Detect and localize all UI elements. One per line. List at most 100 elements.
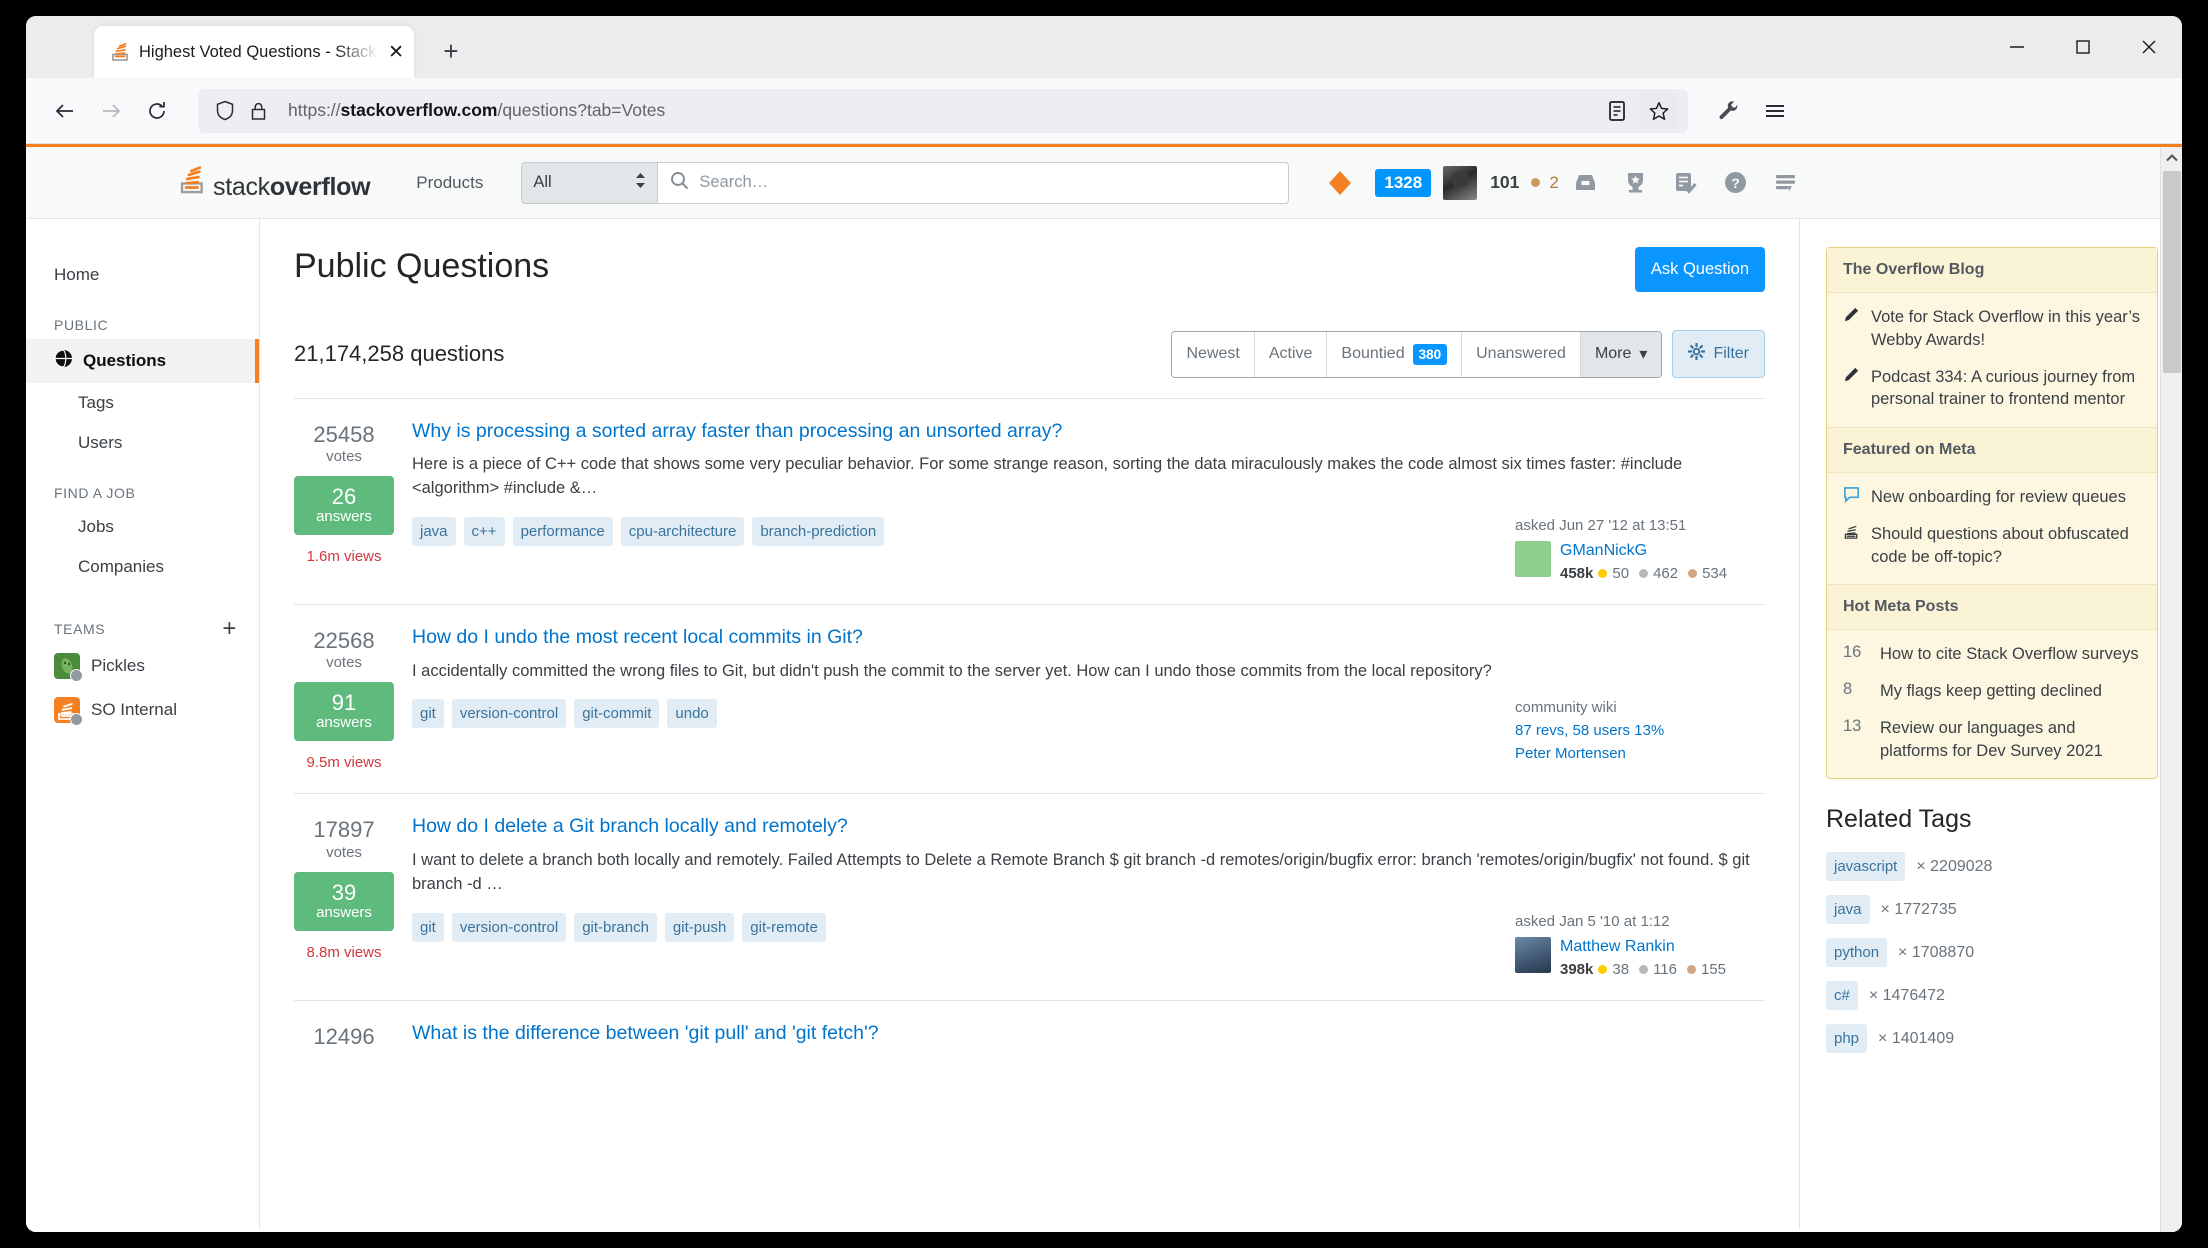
sidebar-item-tags[interactable]: Tags [26,383,259,423]
tag[interactable]: git-push [664,912,735,942]
inbox-icon[interactable] [1563,160,1609,206]
sidebar-item-team-so-internal[interactable]: SO Internal [26,688,259,732]
related-tags-list: javascript × 2209028 java × 1772735 pyth… [1826,852,2158,1054]
question-title-link[interactable]: How do I undo the most recent local comm… [412,625,1765,650]
filter-button[interactable]: Filter [1672,330,1765,378]
url-bar[interactable]: https://stackoverflow.com/questions?tab=… [198,88,1688,134]
trophy-icon[interactable] [1613,160,1659,206]
shield-icon[interactable] [208,88,242,134]
new-tab-button[interactable]: + [434,34,468,68]
tag[interactable]: c++ [463,517,505,547]
sidebar-item-team-pickles[interactable]: Pickles [26,644,259,688]
orange-diamond-icon[interactable] [1317,160,1363,206]
answer-badge: 91 answers [294,682,394,742]
list-item[interactable]: 16 How to cite Stack Overflow surveys [1843,643,2141,666]
rep-change-badge[interactable]: 1328 [1375,168,1432,197]
add-team-button[interactable]: + [222,617,237,641]
tag[interactable]: performance [512,517,613,547]
wrench-icon[interactable] [1706,88,1752,134]
search-input[interactable]: Search… [657,161,1290,204]
browser-window: Highest Voted Questions - Stack Overflow… [26,16,2182,1232]
tag[interactable]: version-control [451,912,567,942]
tag[interactable]: python [1826,938,1888,968]
url-text[interactable]: https://stackoverflow.com/questions?tab=… [274,100,1598,121]
tag[interactable]: git [412,912,444,942]
tab-newest[interactable]: Newest [1172,331,1255,377]
window-maximize-button[interactable] [2050,16,2116,78]
hamburger-menu-icon[interactable] [1752,88,1798,134]
back-icon[interactable] [42,88,88,134]
tag[interactable]: java [1826,895,1870,925]
forward-icon[interactable] [88,88,134,134]
tag[interactable]: cpu-architecture [620,517,745,547]
avatar[interactable] [1515,936,1551,973]
sidebar-item-home[interactable]: Home [26,255,259,295]
list-item[interactable]: 13 Review our languages and platforms fo… [1843,717,2141,763]
bookmark-star-icon[interactable] [1640,91,1678,130]
tab-unanswered[interactable]: Unanswered [1462,331,1581,377]
sidebar-item-questions[interactable]: Questions [26,339,259,383]
search-scope-select[interactable]: All [521,161,658,204]
window-minimize-button[interactable] [1984,16,2050,78]
site-header: stackoverflow Products All Search… 1328 [26,147,2182,219]
tag[interactable]: c# [1826,981,1858,1011]
tab-active[interactable]: Active [1254,331,1328,377]
question-title-link[interactable]: Why is processing a sorted array faster … [412,419,1765,444]
sidebar-item-jobs[interactable]: Jobs [26,507,259,547]
meta-post-text: Review our languages and platforms for D… [1880,718,2103,760]
tag[interactable]: java [412,517,456,547]
scrollbar-thumb[interactable] [2163,171,2181,373]
bronze-badge-icon [1686,964,1696,974]
user-reputation[interactable]: 101 [1490,172,1519,193]
sidebar-item-users[interactable]: Users [26,423,259,463]
tag[interactable]: branch-prediction [752,517,885,547]
list-item[interactable]: Podcast 334: A curious journey from pers… [1843,366,2141,412]
featured-item-text: New onboarding for review queues [1871,488,2126,507]
page-scrollbar[interactable] [2160,147,2182,1232]
widget-title-featured-on-meta: Featured on Meta [1827,427,2157,474]
tag[interactable]: git-remote [742,912,826,942]
tag[interactable]: git-commit [574,699,660,729]
site-switcher-hamburger-icon[interactable] [1763,160,1809,206]
bronze-badge-count[interactable]: 2 [1549,173,1558,193]
question-title-link[interactable]: How do I delete a Git branch locally and… [412,814,1765,839]
gold-badge-icon [1598,964,1608,974]
answer-count: 26 [331,484,357,510]
tag[interactable]: version-control [451,699,567,729]
tab-title: Highest Voted Questions - Stack Overflow [139,42,379,61]
user-avatar[interactable] [1443,165,1478,200]
list-item[interactable]: New onboarding for review queues [1843,486,2141,509]
sidebar-item-companies[interactable]: Companies [26,547,259,587]
reader-mode-icon[interactable] [1598,92,1636,130]
question-title-link[interactable]: What is the difference between 'git pull… [412,1021,1765,1046]
avatar[interactable] [1515,541,1551,578]
sidebar-widgets: The Overflow Blog Vote for Stack Overflo… [1826,247,2158,780]
browser-tab[interactable]: Highest Voted Questions - Stack Overflow… [94,26,414,78]
tab-bountied[interactable]: Bountied 380 [1327,331,1463,377]
nav-products-link[interactable]: Products [404,165,495,201]
list-item[interactable]: 8 My flags keep getting declined [1843,680,2141,703]
stackoverflow-logo[interactable]: stackoverflow [178,165,371,200]
reload-icon[interactable] [134,88,180,134]
scroll-up-arrow-icon[interactable] [2161,147,2182,169]
asker-name[interactable]: GManNickG [1560,542,1647,559]
ask-question-button[interactable]: Ask Question [1634,247,1765,292]
tag[interactable]: javascript [1826,852,1906,882]
revision-info-link[interactable]: 87 revs, 58 users 13% [1515,722,1765,739]
tab-more[interactable]: More ▾ [1580,331,1662,377]
tag[interactable]: php [1826,1024,1868,1054]
tab-close-icon[interactable]: ✕ [388,43,404,62]
question-item: 25458 votes 26 answers 1.6m views Why is… [294,398,1765,604]
help-icon[interactable]: ? [1713,160,1759,206]
lock-icon[interactable] [242,88,274,134]
window-close-button[interactable] [2116,16,2182,78]
list-item[interactable]: Vote for Stack Overflow in this year’s W… [1843,306,2141,352]
tag[interactable]: git [412,699,444,729]
asker-name[interactable]: Matthew Rankin [1560,938,1675,955]
tag[interactable]: undo [667,699,717,729]
list-item[interactable]: Should questions about obfuscated code b… [1843,523,2141,569]
review-icon[interactable] [1663,160,1709,206]
stackoverflow-icon [1843,523,1860,545]
tag[interactable]: git-branch [574,912,657,942]
editor-name-link[interactable]: Peter Mortensen [1515,745,1765,762]
